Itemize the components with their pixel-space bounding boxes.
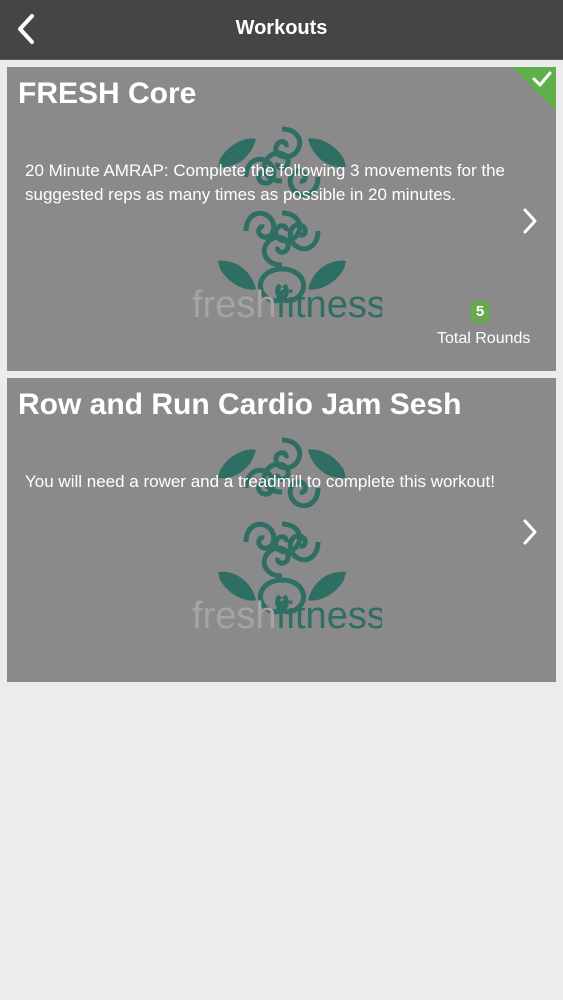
workout-title: Row and Run Cardio Jam Sesh (18, 388, 462, 421)
logo-text-fresh: fresh (192, 284, 276, 326)
fresh-fitness-logo: fresh fitness (192, 437, 382, 637)
logo-text-fresh: fresh (192, 595, 276, 637)
workout-description: 20 Minute AMRAP: Complete the following … (25, 161, 506, 204)
workout-card-row-and-run[interactable]: fresh fitness Row and Run Cardio Jam Ses… (7, 378, 556, 682)
workout-card-fresh-core[interactable]: fresh fitness FRESH Core 20 Minute AMRAP… (7, 67, 556, 371)
chevron-right-icon (523, 208, 537, 234)
top-app-bar: Workouts (0, 0, 563, 60)
fresh-fitness-logo: fresh fitness (192, 126, 382, 326)
workout-description: You will need a rower and a treadmill to… (25, 472, 495, 491)
workout-title: FRESH Core (18, 77, 197, 110)
page-title: Workouts (235, 17, 328, 39)
logo-text-fitness: fitness (276, 284, 382, 326)
rounds-badge: 5 (470, 301, 490, 323)
rounds-label: Total Rounds (437, 330, 531, 347)
chevron-right-icon (523, 519, 537, 545)
completed-check-icon (512, 67, 556, 111)
logo-text-fitness: fitness (276, 595, 382, 637)
